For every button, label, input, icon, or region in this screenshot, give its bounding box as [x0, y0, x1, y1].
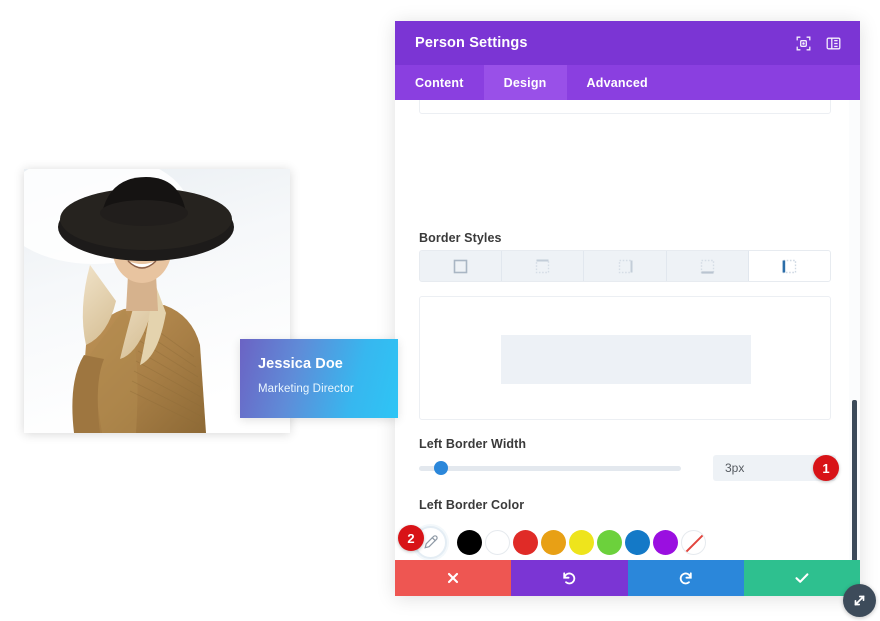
person-name: Jessica Doe [258, 356, 343, 372]
person-name-block: Jessica Doe Marketing Director [240, 339, 398, 418]
border-style-bottom-border-button[interactable] [666, 251, 749, 281]
modal-action-bar [395, 560, 860, 596]
swatch-blue[interactable] [625, 530, 650, 555]
person-role: Marketing Director [258, 382, 354, 395]
annotation-badge-2: 2 [398, 525, 424, 551]
focus-target-icon[interactable] [792, 32, 814, 54]
modal-header: Person Settings [395, 21, 860, 65]
save-button[interactable] [743, 560, 860, 596]
slider-handle[interactable] [434, 461, 448, 475]
undo-button[interactable] [511, 560, 628, 596]
tab-content[interactable]: Content [395, 65, 484, 100]
left-border-width-slider[interactable] [419, 461, 681, 475]
swatch-yellow[interactable] [569, 530, 594, 555]
annotation-badge-1: 1 [813, 455, 839, 481]
design-panel-body: Border Styles Left Border Width 3px 1 Le… [395, 100, 860, 596]
left-border-color-label: Left Border Color [419, 498, 525, 512]
person-module-card: Jessica Doe Marketing Director [24, 169, 398, 433]
layout-panel-icon[interactable] [822, 32, 844, 54]
border-style-all-borders-button[interactable] [420, 251, 503, 281]
border-style-right-border-button[interactable] [584, 251, 667, 281]
person-settings-modal: Person Settings Content Design Advanced … [395, 21, 860, 596]
border-style-top-border-button[interactable] [502, 251, 585, 281]
swatch-orange[interactable] [541, 530, 566, 555]
cancel-button[interactable] [395, 560, 512, 596]
swatch-black[interactable] [457, 530, 482, 555]
swatch-red[interactable] [513, 530, 538, 555]
screen: Jessica Doe Marketing Director Person Se… [0, 0, 880, 621]
panel-scrollbar-track[interactable] [849, 100, 860, 596]
page-title: Person Settings [415, 35, 528, 51]
color-swatch-row [414, 526, 706, 559]
border-styles-label: Border Styles [419, 231, 502, 245]
swatch-purple[interactable] [653, 530, 678, 555]
tab-advanced[interactable]: Advanced [567, 65, 668, 100]
tab-design[interactable]: Design [483, 65, 567, 100]
swatch-green[interactable] [597, 530, 622, 555]
border-styles-toggle-group [419, 250, 831, 282]
redo-button[interactable] [627, 560, 744, 596]
border-preview-swatch [501, 335, 751, 384]
border-style-left-border-button[interactable] [748, 251, 830, 281]
swatch-white[interactable] [485, 530, 510, 555]
resize-handle-icon[interactable] [843, 584, 876, 617]
left-border-width-label: Left Border Width [419, 437, 527, 451]
modal-tabbar: Content Design Advanced [395, 65, 860, 100]
swatch-transparent[interactable] [681, 530, 706, 555]
scrolled-above-field [419, 100, 831, 114]
border-preview-frame [419, 296, 831, 420]
